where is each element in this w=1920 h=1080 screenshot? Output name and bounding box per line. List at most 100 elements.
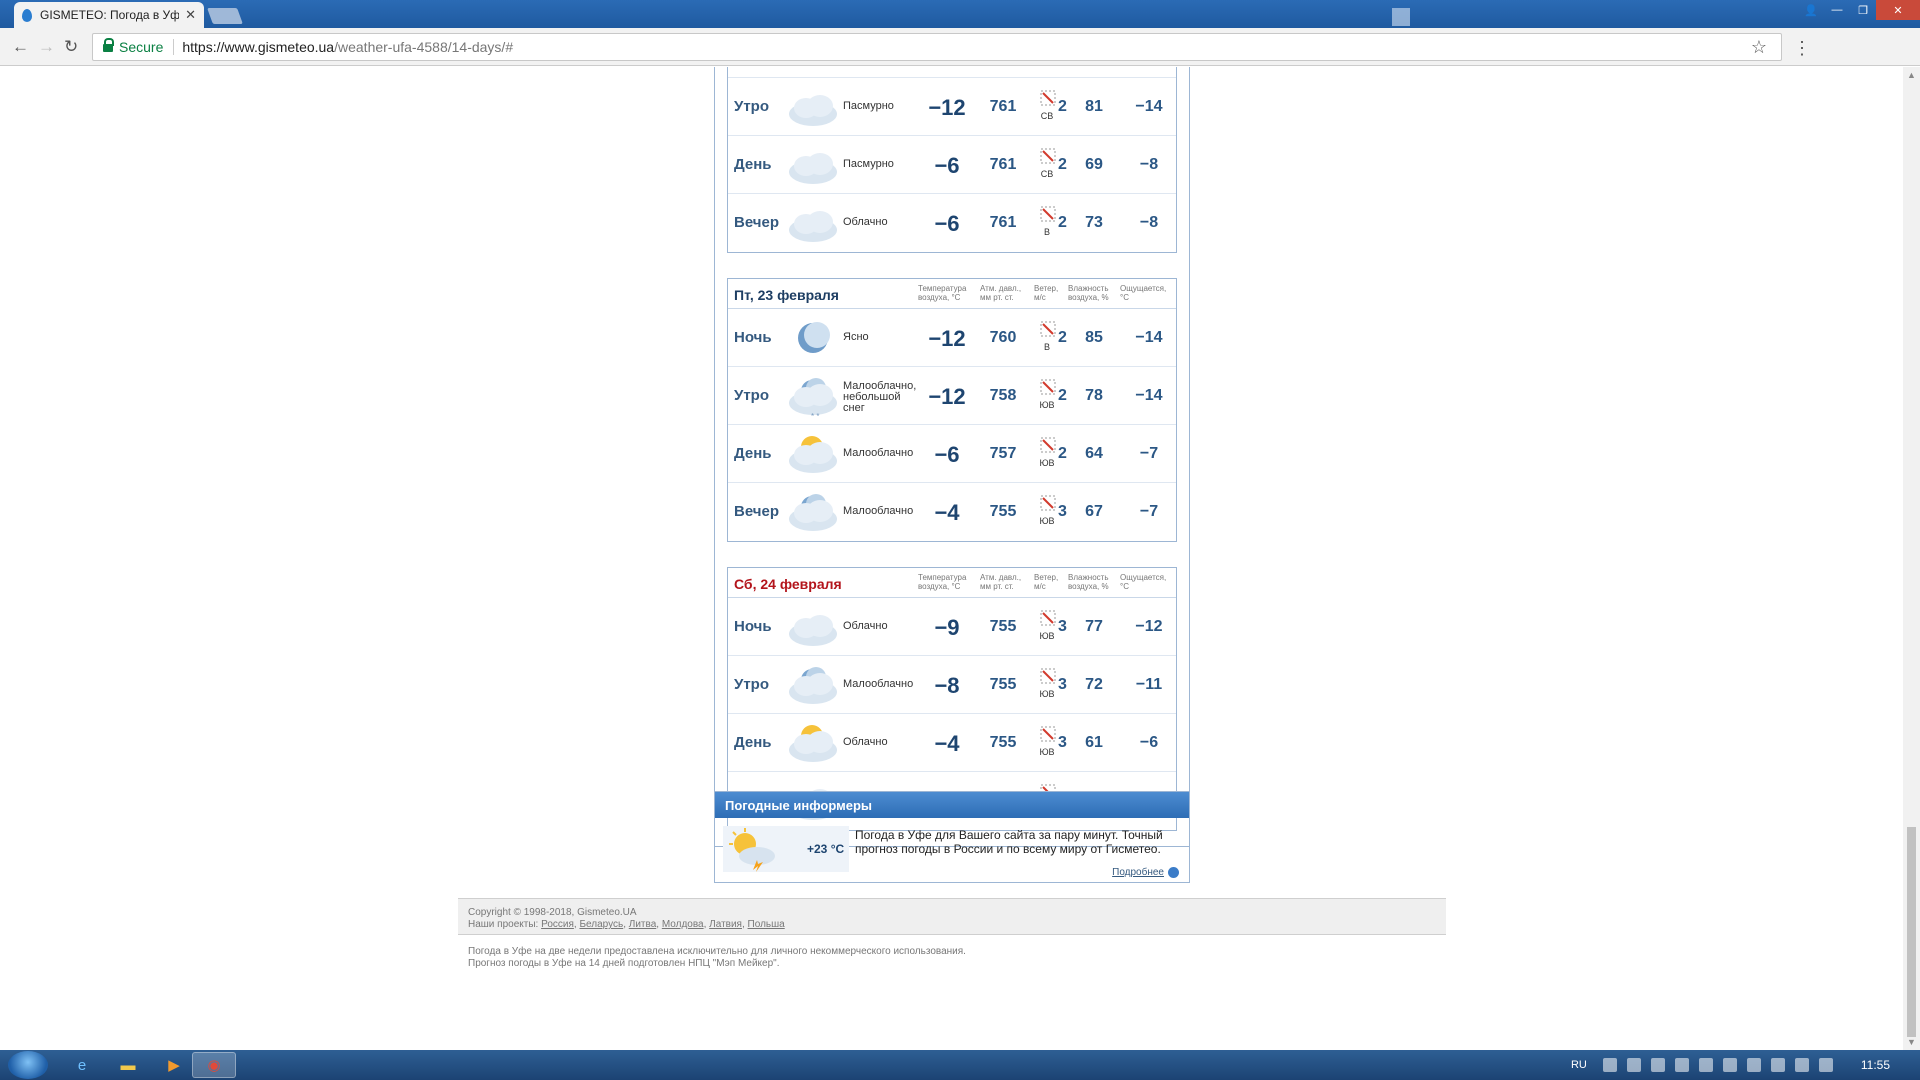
column-header-line: °C [1120, 293, 1129, 302]
signal-icon[interactable] [1818, 1058, 1833, 1072]
wind-direction-label: СВ [1040, 169, 1054, 179]
media-player-icon[interactable]: ▶ [152, 1052, 196, 1078]
wind-speed-value: 2 [1058, 214, 1067, 231]
projects-line: Наши проекты: Россия, Беларусь, Литва, М… [468, 919, 785, 930]
column-header-line: мм рт. ст. [980, 582, 1014, 591]
condition-line: Пасмурно [843, 158, 894, 170]
omnibox-divider [173, 39, 175, 55]
wind-direction-label: ЮВ [1039, 631, 1055, 641]
tray-icon-3[interactable] [1650, 1058, 1665, 1072]
project-link-poland[interactable]: Польша [748, 919, 785, 930]
back-arrow-icon[interactable]: ← [12, 37, 29, 57]
explorer-folder-icon[interactable]: ▬ [106, 1052, 150, 1078]
copyright: Copyright © 1998-2018, Gismeteo.UA [468, 907, 637, 918]
column-header-line: Температура [918, 284, 967, 293]
project-link-moldova[interactable]: Молдова [662, 919, 704, 930]
new-tab-button[interactable] [207, 8, 243, 24]
wind-direction-icon [1040, 668, 1056, 686]
period-label: Утро [734, 676, 770, 693]
column-header-line: Ощущается, [1120, 573, 1167, 582]
partly-cloudy-sun-icon [784, 431, 842, 477]
wind-direction-icon [1040, 495, 1056, 513]
informer-preview[interactable]: +23 °C [723, 826, 849, 872]
wind-direction-label: ЮВ [1039, 689, 1055, 699]
weather-informer-box: Погодные информеры +23 °C Погода в Уфе д… [714, 791, 1190, 883]
maximize-button[interactable]: ❐ [1850, 0, 1876, 20]
bookmark-star-icon[interactable]: ☆ [1751, 37, 1767, 58]
more-link[interactable]: Подробнее [1112, 867, 1179, 878]
forecast-row: Ночь Ясно −12 760 В 2 85 −14 [728, 309, 1176, 367]
flag-icon[interactable] [1794, 1058, 1809, 1072]
pressure-value: 760 [989, 329, 1017, 346]
windows-taskbar: e ▬ ▶ ◉ RU 11:55 [0, 1050, 1920, 1080]
wind-speed-value: 2 [1058, 156, 1067, 173]
volume-icon[interactable] [1770, 1058, 1785, 1072]
condition-line: Малооблачно [843, 447, 914, 459]
chrome-taskbar-icon[interactable]: ◉ [192, 1052, 236, 1078]
ie-icon[interactable]: e [60, 1052, 104, 1078]
person-icon[interactable]: 👤 [1798, 0, 1824, 20]
shield-icon[interactable] [1746, 1058, 1761, 1072]
column-header-line: м/с [1034, 293, 1046, 302]
temperature-value: −8 [934, 673, 960, 698]
informer-temp: +23 °C [807, 842, 845, 856]
url-text[interactable]: https://www.gismeteo.ua/weather-ufa-4588… [182, 39, 513, 55]
day-title[interactable]: Пт, 23 февраля [734, 287, 839, 303]
tray-icon-1[interactable] [1602, 1058, 1617, 1072]
wind-direction-label: ЮВ [1039, 458, 1055, 468]
language-indicator[interactable]: RU [1571, 1059, 1587, 1071]
wind-direction-icon [1040, 148, 1056, 166]
wind-speed-value: 3 [1058, 503, 1067, 520]
column-header-line: Ветер, [1034, 573, 1059, 582]
vertical-scrollbar[interactable]: ▲ ▼ [1903, 67, 1920, 1050]
profile-icon[interactable] [1392, 8, 1410, 26]
column-header-press: Атм. давл., мм рт. ст. [980, 573, 1021, 591]
close-window-button[interactable]: ✕ [1876, 0, 1920, 20]
reload-icon[interactable]: ↻ [64, 37, 78, 57]
condition-line: Малооблачно [843, 505, 914, 517]
cloudy-sun-icon [784, 720, 842, 766]
minimize-button[interactable]: — [1824, 0, 1850, 20]
feels-like-value: −14 [1135, 387, 1163, 404]
menu-dots-icon[interactable]: ⋮ [1793, 38, 1811, 59]
scroll-up-icon[interactable]: ▲ [1907, 70, 1916, 80]
bluetooth-icon[interactable] [1698, 1058, 1713, 1072]
column-header-line: мм рт. ст. [980, 293, 1014, 302]
project-link-belarus[interactable]: Беларусь [579, 919, 623, 930]
day-title[interactable]: Сб, 24 февраля [734, 576, 842, 592]
network-icon[interactable] [1722, 1058, 1737, 1072]
humidity-value: 73 [1085, 214, 1103, 231]
sun-storm-icon [729, 828, 775, 872]
column-header-line: Атм. давл., [980, 284, 1022, 293]
tray-icon-2[interactable] [1626, 1058, 1641, 1072]
start-button[interactable] [8, 1051, 48, 1079]
forecast-row: Вечер Малооблачно −4 755 ЮВ 3 67 −7 [728, 483, 1176, 541]
clock[interactable]: 11:55 [1861, 1058, 1890, 1072]
tab-close-icon[interactable]: ✕ [185, 7, 196, 23]
scroll-down-icon[interactable]: ▼ [1907, 1037, 1916, 1047]
browser-tab[interactable]: GISMETEO: Погода в Уф ✕ [14, 2, 204, 28]
day-block-fri-23: Пт, 23 февраля Температура воздуха, °C Атм.… [727, 278, 1177, 542]
scrollbar-thumb[interactable] [1907, 827, 1916, 1037]
wind-direction-icon [1040, 610, 1056, 628]
system-tray: RU 11:55 [1571, 1050, 1920, 1080]
forecast-row: День Малооблачно −6 757 ЮВ 2 64 −7 [728, 425, 1176, 483]
forward-arrow-icon[interactable]: → [38, 37, 55, 57]
temperature-value: −12 [928, 326, 966, 351]
project-link-russia[interactable]: Россия [541, 919, 574, 930]
antivirus-icon[interactable] [1674, 1058, 1689, 1072]
forecast-row: Утро Пасмурно −12 761 СВ 2 81 −14 [728, 78, 1176, 136]
condition-text: Малооблачно [843, 448, 923, 459]
clear-night-icon [784, 315, 842, 361]
temperature-value: −12 [928, 95, 966, 120]
condition-text: Малооблачно, небольшой снег [843, 381, 923, 414]
project-link-lithuania[interactable]: Литва [629, 919, 657, 930]
projects-label: Наши проекты: [468, 919, 539, 930]
address-bar[interactable]: Secure https://www.gismeteo.ua/weather-u… [92, 33, 1811, 61]
feels-like-value: −8 [1139, 214, 1159, 231]
tab-title: GISMETEO: Погода в Уф [40, 8, 180, 22]
period-label: Ночь [734, 329, 772, 346]
column-header-line: воздуха, % [1068, 582, 1109, 591]
project-link-latvia[interactable]: Латвия [709, 919, 742, 930]
feels-like-value: −11 [1135, 676, 1163, 693]
